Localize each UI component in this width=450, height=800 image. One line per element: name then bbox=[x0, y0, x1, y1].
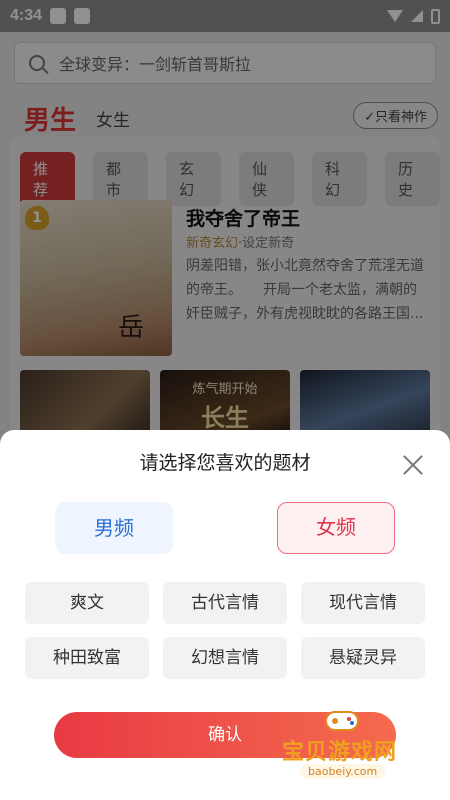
close-icon[interactable] bbox=[402, 454, 424, 476]
genre-option[interactable]: 种田致富 bbox=[25, 637, 149, 679]
female-freq-button[interactable]: 女频 bbox=[277, 502, 395, 554]
male-freq-button[interactable]: 男频 bbox=[55, 502, 173, 554]
watermark-url: baobeiy.com bbox=[300, 764, 386, 779]
genre-option[interactable]: 古代言情 bbox=[163, 582, 287, 624]
genre-option[interactable]: 爽文 bbox=[25, 582, 149, 624]
watermark-text: 宝贝游戏网 bbox=[282, 740, 398, 765]
genre-option[interactable]: 现代言情 bbox=[301, 582, 425, 624]
genre-option[interactable]: 幻想言情 bbox=[163, 637, 287, 679]
sheet-title: 请选择您喜欢的题材 bbox=[139, 452, 311, 474]
genre-grid: 爽文 古代言情 现代言情 种田致富 幻想言情 悬疑灵异 bbox=[25, 582, 425, 679]
site-watermark: 宝贝游戏网 baobeiy.com bbox=[276, 704, 416, 794]
genre-option[interactable]: 悬疑灵异 bbox=[301, 637, 425, 679]
gamepad-icon bbox=[325, 711, 359, 731]
